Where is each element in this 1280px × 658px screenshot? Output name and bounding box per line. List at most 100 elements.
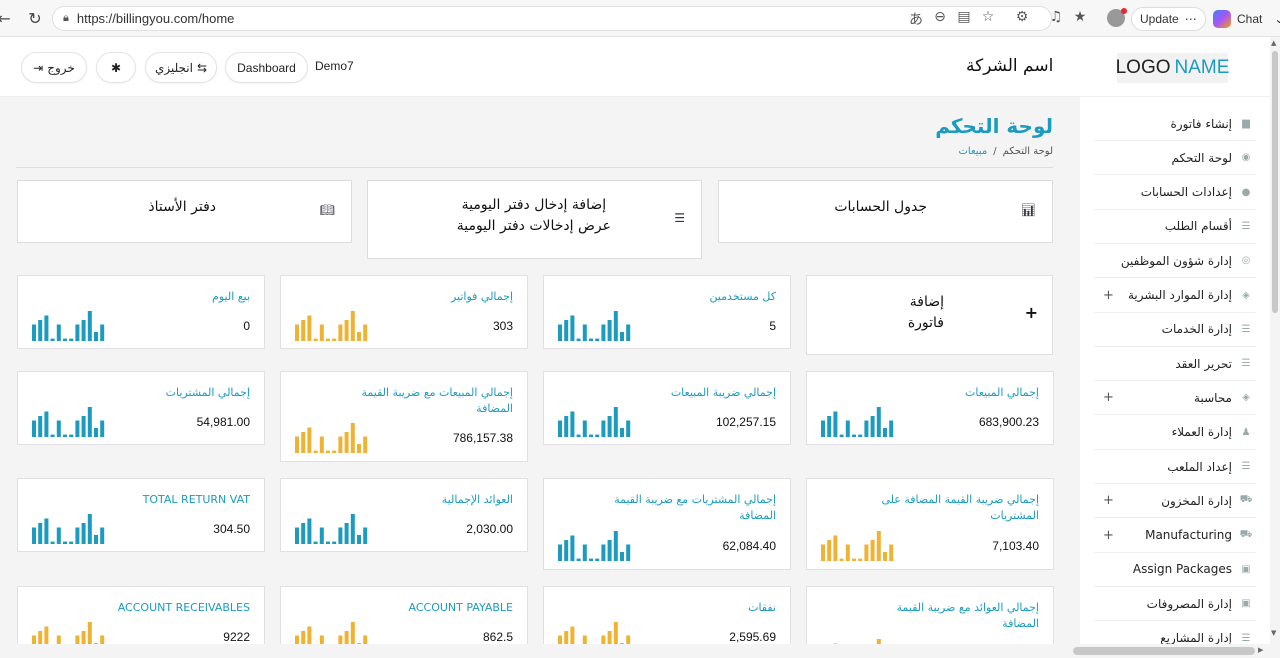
page-title: لوحة التحكم: [935, 114, 1053, 138]
vertical-scrollbar[interactable]: ▲ ▼: [1270, 37, 1280, 658]
stat-card[interactable]: إجمالي فواتير 303: [280, 275, 528, 349]
dashboard-label: Dashboard: [237, 60, 296, 75]
sparkline-bar: [295, 324, 299, 341]
stat-card[interactable]: TOTAL RETURN VAT 304.50: [17, 478, 265, 552]
sparkline-bar: [889, 420, 894, 437]
journal-entry-link[interactable]: إضافة إدخال دفتر اليومية عرض إدخالات دفت…: [367, 180, 702, 259]
sparkline-bar: [852, 434, 856, 437]
refresh-icon[interactable]: ↻: [23, 6, 47, 30]
sidebar-item-label: إدارة المصروفات: [1146, 596, 1232, 611]
sidebar-item[interactable]: ▆ إنشاء فاتورة: [1094, 107, 1256, 141]
stat-card[interactable]: بيع اليوم 0: [17, 275, 265, 349]
add-invoice-card[interactable]: إضافة فاتورة +: [806, 275, 1053, 355]
sidebar-item[interactable]: ⛟ إدارة المخزون +: [1094, 484, 1256, 519]
expand-icon[interactable]: +: [1103, 528, 1114, 543]
expand-icon[interactable]: +: [1103, 288, 1114, 303]
sidebar-item[interactable]: ▣ إدارة المصروفات: [1094, 587, 1256, 622]
expand-icon[interactable]: +: [1103, 390, 1114, 405]
ledger-link[interactable]: دفتر الأستاذ 📖︎: [17, 180, 352, 243]
sparkline-bar: [44, 411, 49, 437]
sparkline-bar: [332, 338, 337, 341]
accounts-chart-link[interactable]: جدول الحسابات 📊︎: [718, 180, 1053, 243]
vertical-scroll-thumb[interactable]: [1272, 51, 1278, 313]
list-icon: ☰: [674, 211, 685, 225]
logout-button[interactable]: ⇥ خروج: [21, 52, 87, 83]
chevron-down-icon[interactable]: ⌄: [1274, 12, 1280, 26]
stat-card[interactable]: إجمالي ضريبة المبيعات 102,257.15: [543, 371, 791, 445]
settings-button[interactable]: ✱: [96, 52, 136, 83]
sparkline-bar: [582, 324, 587, 341]
scroll-right-icon[interactable]: ▶: [1258, 646, 1263, 654]
sparkline-bar: [75, 420, 80, 437]
stat-card[interactable]: العوائد الإجمالية 2,030.00: [280, 478, 528, 552]
sidebar-item-label: Assign Packages: [1132, 562, 1232, 577]
sidebar-item[interactable]: ◉ لوحة التحكم: [1094, 141, 1256, 176]
stat-card[interactable]: إجمالي المبيعات 683,900.23: [806, 371, 1054, 445]
sidebar-item[interactable]: ◎ إدارة شؤون الموظفين: [1094, 244, 1256, 279]
sidebar-item[interactable]: ☰ تحرير العقد: [1094, 347, 1256, 382]
sparkline-bar: [357, 332, 361, 341]
chat-button[interactable]: Chat ⌄: [1207, 7, 1280, 31]
sidebar-item[interactable]: ▣ Assign Packages: [1094, 553, 1256, 587]
sparkline-bar: [301, 432, 306, 453]
sparkline-bar: [883, 428, 887, 437]
sidebar-item[interactable]: ♟ إدارة العملاء: [1094, 416, 1256, 450]
sparkline-bar: [613, 531, 618, 561]
zoom-out-icon[interactable]: ⊖: [932, 9, 948, 29]
stat-card-value: 5: [769, 319, 776, 333]
sidebar-item[interactable]: ☰ إدارة الخدمات: [1094, 313, 1256, 347]
sparkline-bar: [876, 531, 881, 561]
sparkline-bar: [307, 518, 312, 544]
sparkline-bar: [313, 541, 318, 544]
extensions-icon[interactable]: ⚙: [1014, 9, 1030, 29]
sidebar-item[interactable]: ☰ أقسام الطلب: [1094, 210, 1256, 244]
sparkline-bar: [576, 558, 581, 561]
scroll-down-icon[interactable]: ▼: [1271, 629, 1276, 637]
horizontal-scrollbar[interactable]: ▶: [0, 644, 1270, 658]
sparkline-bar: [363, 527, 368, 544]
translate-icon[interactable]: あ: [908, 9, 924, 29]
dashboard-icon: ◉: [1241, 152, 1251, 164]
dashboard-button[interactable]: Dashboard: [225, 52, 308, 83]
media-icon[interactable]: ♫: [1048, 9, 1064, 29]
sparkline-bar: [626, 324, 631, 341]
reader-icon[interactable]: ▤: [956, 9, 972, 29]
back-icon[interactable]: ←: [0, 6, 16, 30]
sidebar-item-label: إدارة الموارد البشرية: [1127, 288, 1232, 302]
update-button[interactable]: Update ⋯: [1131, 7, 1206, 31]
sparkline-bar: [338, 527, 343, 544]
company-logo[interactable]: LOGO NAME: [1116, 53, 1229, 83]
language-button[interactable]: انجليزي ⇆: [145, 52, 217, 83]
sparkline-bar: [558, 324, 562, 341]
breadcrumb-current[interactable]: مبيعات: [959, 146, 988, 157]
sidebar-item[interactable]: ◈ محاسبة +: [1094, 381, 1256, 416]
sparkline-bar: [319, 527, 324, 544]
stat-card[interactable]: إجمالي ضريبة القيمة المضافة على المشتريا…: [806, 478, 1054, 570]
breadcrumb-home[interactable]: لوحة التحكم: [1003, 146, 1053, 157]
stat-card-value: 304.50: [213, 522, 250, 536]
sparkline-bar: [613, 311, 618, 341]
sparkline-bar: [56, 527, 61, 544]
stat-card[interactable]: إجمالي المبيعات مع ضريبة القيمة المضافة 7…: [280, 371, 528, 462]
sparkline-bar: [81, 416, 86, 437]
sidebar-item[interactable]: ● إعدادات الحسابات: [1094, 176, 1256, 210]
lock-icon: 🔒︎: [63, 12, 69, 24]
sparkline-chart: [32, 311, 105, 341]
sidebar-item[interactable]: ☰ إعداد الملعب: [1094, 450, 1256, 484]
favorites-icon[interactable]: ★: [1072, 9, 1088, 29]
sparkline-bar: [344, 320, 349, 341]
expand-icon[interactable]: +: [1103, 493, 1114, 508]
stat-card[interactable]: كل مستخدمين 5: [543, 275, 791, 349]
sparkline-bar: [589, 558, 593, 561]
sparkline-chart: [32, 407, 105, 437]
scroll-up-icon[interactable]: ▲: [1271, 39, 1276, 47]
profile-avatar[interactable]: [1107, 8, 1127, 27]
star-icon[interactable]: ☆: [980, 9, 996, 29]
sparkline-chart: [558, 407, 631, 437]
sidebar-item[interactable]: ⛟ Manufacturing +: [1094, 519, 1256, 553]
address-bar[interactable]: 🔒︎ https://billingyou.com/home: [52, 6, 1052, 31]
stat-card[interactable]: إجمالي المشتريات 54,981.00: [17, 371, 265, 445]
sidebar-item[interactable]: ◈ إدارة الموارد البشرية +: [1094, 279, 1256, 313]
stat-card[interactable]: إجمالي المشتريات مع ضريبة القيمة المضافة…: [543, 478, 791, 570]
horizontal-scroll-thumb[interactable]: [1073, 647, 1255, 655]
